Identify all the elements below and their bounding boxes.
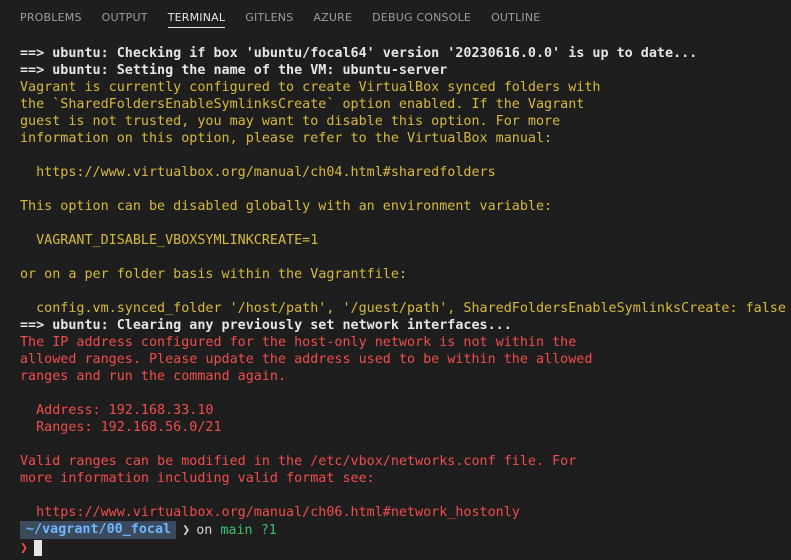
tab-outline[interactable]: OUTLINE — [481, 0, 550, 36]
terminal-line: This option can be disabled globally wit… — [20, 199, 553, 214]
terminal-line: https://www.virtualbox.org/manual/ch06.h… — [20, 505, 520, 520]
terminal-line: guest is not trusted, you may want to di… — [20, 114, 561, 129]
prompt-on-word: on — [196, 522, 213, 538]
terminal-line: ==> ubuntu: Setting the name of the VM: … — [20, 63, 448, 78]
terminal-line: VAGRANT_DISABLE_VBOXSYMLINKCREATE=1 — [20, 233, 319, 248]
terminal-line: https://www.virtualbox.org/manual/ch04.h… — [20, 165, 496, 180]
terminal-line: the `SharedFoldersEnableSymlinksCreate` … — [20, 97, 585, 112]
tab-azure[interactable]: AZURE — [303, 0, 362, 36]
terminal-line: ranges and run the command again. — [20, 369, 287, 384]
terminal-panel: PROBLEMS OUTPUT TERMINAL GITLENS AZURE D… — [0, 0, 791, 560]
terminal-line: Vagrant is currently configured to creat… — [20, 80, 601, 95]
text-cursor — [34, 540, 43, 556]
terminal-line: Address: 192.168.33.10 — [20, 403, 214, 418]
tab-debug-console[interactable]: DEBUG CONSOLE — [362, 0, 481, 36]
prompt-path: ~/vagrant/00_focal — [20, 521, 177, 539]
terminal-output[interactable]: ==> ubuntu: Checking if box 'ubuntu/foca… — [20, 45, 791, 521]
panel-tab-bar: PROBLEMS OUTPUT TERMINAL GITLENS AZURE D… — [0, 0, 791, 36]
terminal-line: ==> ubuntu: Checking if box 'ubuntu/foca… — [20, 46, 698, 61]
input-line[interactable]: ❯ — [20, 539, 43, 557]
terminal-line: ==> ubuntu: Clearing any previously set … — [20, 318, 512, 333]
terminal-line: Valid ranges can be modified in the /etc… — [20, 454, 577, 469]
tab-gitlens[interactable]: GITLENS — [235, 0, 303, 36]
terminal-line: The IP address configured for the host-o… — [20, 335, 577, 350]
git-status: ?1 — [260, 522, 277, 538]
prompt-separator-icon: ❯ — [182, 522, 191, 538]
tab-problems[interactable]: PROBLEMS — [10, 0, 92, 36]
tab-output[interactable]: OUTPUT — [92, 0, 158, 36]
terminal-line: more information including valid format … — [20, 471, 375, 486]
terminal-line: Ranges: 192.168.56.0/21 — [20, 420, 222, 435]
terminal-line: config.vm.synced_folder '/host/path', '/… — [20, 301, 786, 316]
tab-terminal[interactable]: TERMINAL — [158, 0, 236, 36]
terminal-line: allowed ranges. Please update the addres… — [20, 352, 593, 367]
prompt-arrow-icon: ❯ — [20, 540, 29, 556]
git-branch: main — [220, 522, 253, 538]
terminal-line: information on this option, please refer… — [20, 131, 553, 146]
terminal-line: or on a per folder basis within the Vagr… — [20, 267, 407, 282]
shell-prompt: ~/vagrant/00_focal ❯ on main ?1 — [20, 521, 277, 539]
